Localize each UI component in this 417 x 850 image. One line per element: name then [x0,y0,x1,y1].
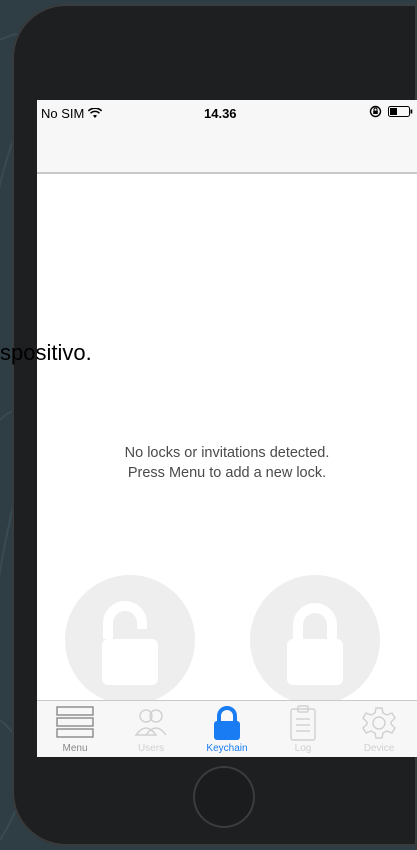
tab-menu-label: Menu [62,743,88,754]
gear-icon [362,707,396,739]
battery-icon [388,106,413,117]
tab-keychain[interactable]: Keychain [189,701,265,757]
tab-device[interactable]: Device [341,701,417,757]
wifi-icon [88,108,103,118]
carrier-label: No SIM [41,106,85,121]
clock: 14.36 [204,106,237,121]
tab-device-label: Device [363,743,395,754]
app-screen: No SIM 14.36 No locks or invitations det… [37,100,417,757]
tab-bar: Menu Users Keychain Log Device [37,700,417,757]
tab-keychain-label: Keychain [206,743,248,754]
empty-state-line-2: Press Menu to add a new lock. [127,465,327,481]
lock-icon [287,603,343,685]
menu-icon [56,706,94,738]
tab-log[interactable]: Log [265,701,341,757]
keychain-lock-icon [214,706,240,740]
tab-log-label: Log [294,743,312,754]
clipboard-icon [290,705,316,741]
tab-users-label: Users [137,743,165,754]
unlock-button[interactable] [65,575,195,705]
home-button[interactable] [193,766,255,828]
users-icon [134,709,167,736]
navigation-bar [37,126,417,174]
tab-menu[interactable]: Menu [37,701,113,757]
overflow-text: spositivo. [0,340,92,365]
empty-state-line-1: No locks or invitations detected. [124,445,330,461]
unlock-icon [102,601,158,685]
tab-users[interactable]: Users [113,701,189,757]
status-bar: No SIM 14.36 [37,100,417,126]
rotation-lock-icon [369,105,382,118]
lock-button[interactable] [250,575,380,705]
